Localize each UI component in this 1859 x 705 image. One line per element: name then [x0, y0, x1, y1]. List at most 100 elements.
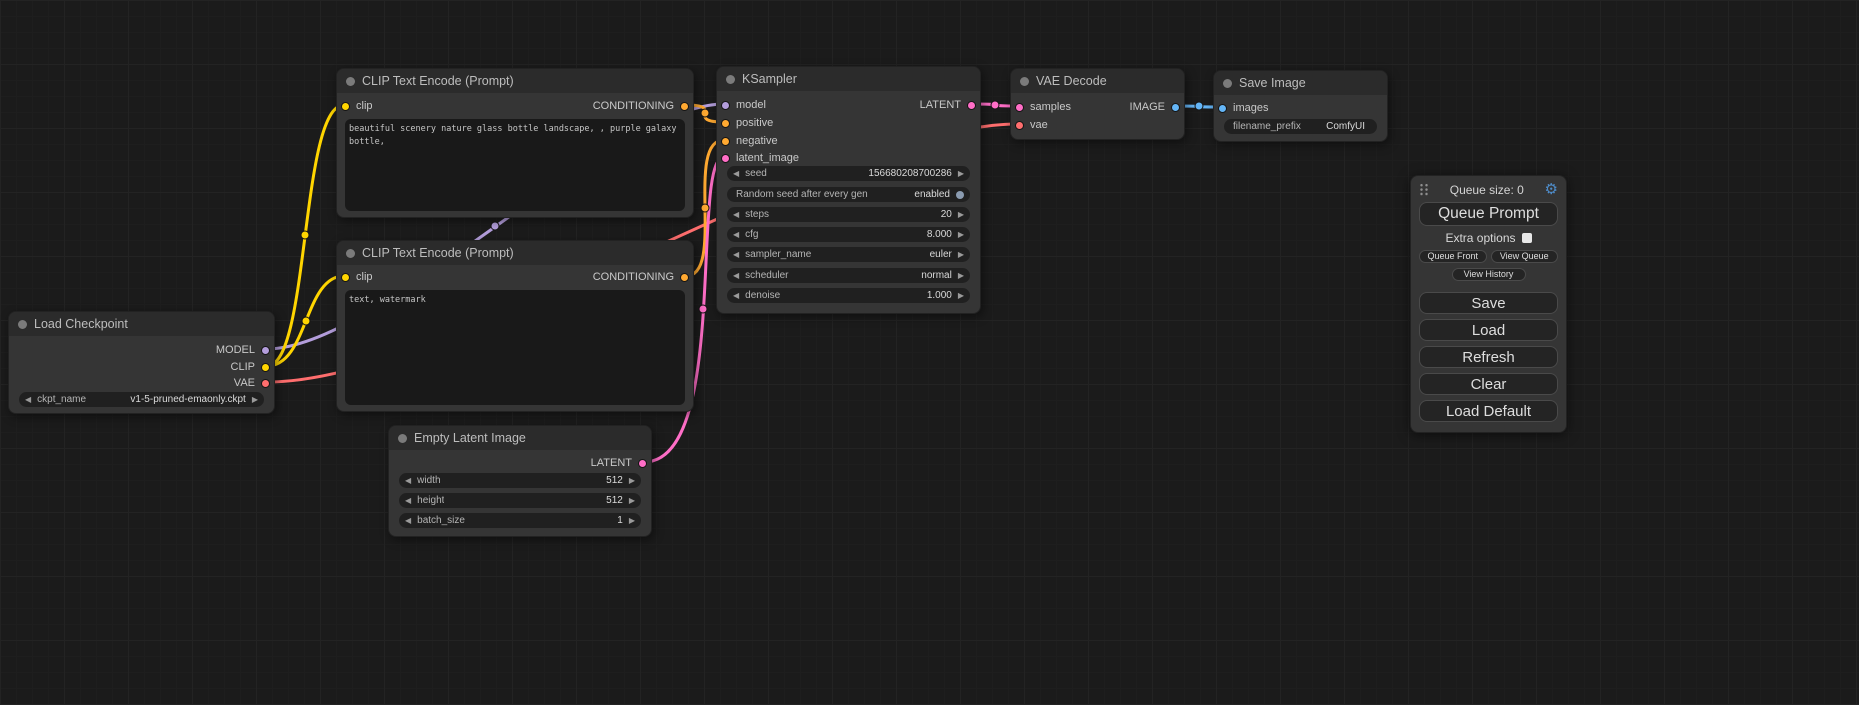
output-dot-model[interactable]	[261, 346, 270, 355]
extra-options-checkbox[interactable]	[1522, 233, 1532, 243]
node-load-checkpoint[interactable]: Load Checkpoint MODEL CLIP VAE ◀ ckpt_na…	[8, 311, 275, 414]
decrement-arrow-icon[interactable]: ◀	[25, 396, 31, 404]
input-dot-positive[interactable]	[721, 119, 730, 128]
collapse-dot[interactable]	[398, 434, 407, 443]
settings-gear-icon[interactable]: ⚙	[1545, 182, 1558, 197]
increment-arrow-icon[interactable]: ▶	[958, 170, 964, 178]
widget-cfg[interactable]: ◀ cfg 8.000 ▶	[727, 227, 970, 242]
output-slot-conditioning[interactable]: CONDITIONING	[593, 270, 689, 284]
input-dot-negative[interactable]	[721, 137, 730, 146]
node-title-bar[interactable]: CLIP Text Encode (Prompt)	[337, 69, 693, 93]
input-dot-images[interactable]	[1218, 104, 1227, 113]
widget-filename-prefix[interactable]: filename_prefix ComfyUI	[1224, 119, 1377, 134]
output-dot-image[interactable]	[1171, 103, 1180, 112]
collapse-dot[interactable]	[346, 77, 355, 86]
decrement-arrow-icon[interactable]: ◀	[733, 272, 739, 280]
input-slot-clip[interactable]: clip	[341, 270, 373, 284]
widget-width[interactable]: ◀ width 512 ▶	[399, 473, 641, 488]
collapse-dot[interactable]	[1223, 79, 1232, 88]
output-slot-model[interactable]: MODEL	[216, 343, 270, 357]
output-slot-image[interactable]: IMAGE	[1130, 100, 1180, 114]
collapse-dot[interactable]	[18, 320, 27, 329]
collapse-dot[interactable]	[346, 249, 355, 258]
increment-arrow-icon[interactable]: ▶	[958, 251, 964, 259]
drag-handle-icon[interactable]	[1419, 183, 1429, 196]
widget-denoise[interactable]: ◀ denoise 1.000 ▶	[727, 288, 970, 303]
node-title-bar[interactable]: Load Checkpoint	[9, 312, 274, 336]
decrement-arrow-icon[interactable]: ◀	[733, 292, 739, 300]
input-dot-clip[interactable]	[341, 102, 350, 111]
increment-arrow-icon[interactable]: ▶	[252, 396, 258, 404]
decrement-arrow-icon[interactable]: ◀	[405, 497, 411, 505]
output-slot-latent[interactable]: LATENT	[591, 456, 647, 470]
node-title-bar[interactable]: KSampler	[717, 67, 980, 91]
node-ksampler[interactable]: KSampler model positive negative latent_…	[716, 66, 981, 314]
decrement-arrow-icon[interactable]: ◀	[733, 251, 739, 259]
decrement-arrow-icon[interactable]: ◀	[405, 517, 411, 525]
node-title-bar[interactable]: VAE Decode	[1011, 69, 1184, 93]
increment-arrow-icon[interactable]: ▶	[958, 272, 964, 280]
widget-seed[interactable]: ◀ seed 156680208700286 ▶	[727, 166, 970, 181]
view-history-button[interactable]: View History	[1452, 268, 1526, 281]
widget-batch-size[interactable]: ◀ batch_size 1 ▶	[399, 513, 641, 528]
view-queue-button[interactable]: View Queue	[1491, 250, 1559, 263]
load-button[interactable]: Load	[1419, 319, 1558, 341]
output-dot-latent[interactable]	[638, 459, 647, 468]
input-slot-samples[interactable]: samples	[1015, 100, 1071, 114]
input-slot-latent-image[interactable]: latent_image	[721, 151, 799, 165]
widget-random-seed-toggle[interactable]: Random seed after every gen enabled	[727, 187, 970, 202]
input-dot-latent-image[interactable]	[721, 154, 730, 163]
widget-steps[interactable]: ◀ steps 20 ▶	[727, 207, 970, 222]
input-slot-clip[interactable]: clip	[341, 99, 373, 113]
node-empty-latent-image[interactable]: Empty Latent Image LATENT ◀ width 512 ▶ …	[388, 425, 652, 537]
node-canvas[interactable]: Load Checkpoint MODEL CLIP VAE ◀ ckpt_na…	[0, 0, 1859, 705]
load-default-button[interactable]: Load Default	[1419, 400, 1558, 422]
output-dot-clip[interactable]	[261, 363, 270, 372]
decrement-arrow-icon[interactable]: ◀	[405, 477, 411, 485]
input-dot-vae[interactable]	[1015, 121, 1024, 130]
prompt-textarea[interactable]: text, watermark	[345, 290, 685, 405]
widget-height[interactable]: ◀ height 512 ▶	[399, 493, 641, 508]
increment-arrow-icon[interactable]: ▶	[629, 477, 635, 485]
output-slot-conditioning[interactable]: CONDITIONING	[593, 99, 689, 113]
refresh-button[interactable]: Refresh	[1419, 346, 1558, 368]
node-clip-text-encode-positive[interactable]: CLIP Text Encode (Prompt) clip CONDITION…	[336, 68, 694, 218]
widget-sampler-name[interactable]: ◀ sampler_name euler ▶	[727, 247, 970, 262]
node-save-image[interactable]: Save Image images filename_prefix ComfyU…	[1213, 70, 1388, 142]
widget-scheduler[interactable]: ◀ scheduler normal ▶	[727, 268, 970, 283]
increment-arrow-icon[interactable]: ▶	[958, 292, 964, 300]
node-title-bar[interactable]: CLIP Text Encode (Prompt)	[337, 241, 693, 265]
node-title-bar[interactable]: Save Image	[1214, 71, 1387, 95]
output-dot-vae[interactable]	[261, 379, 270, 388]
widget-ckpt-name[interactable]: ◀ ckpt_name v1-5-pruned-emaonly.ckpt ▶	[19, 392, 264, 407]
input-slot-images[interactable]: images	[1218, 101, 1268, 115]
increment-arrow-icon[interactable]: ▶	[958, 231, 964, 239]
output-dot-conditioning[interactable]	[680, 102, 689, 111]
node-vae-decode[interactable]: VAE Decode samples vae IMAGE	[1010, 68, 1185, 140]
queue-front-button[interactable]: Queue Front	[1419, 250, 1487, 263]
decrement-arrow-icon[interactable]: ◀	[733, 231, 739, 239]
decrement-arrow-icon[interactable]: ◀	[733, 170, 739, 178]
output-slot-vae[interactable]: VAE	[234, 376, 270, 390]
node-clip-text-encode-negative[interactable]: CLIP Text Encode (Prompt) clip CONDITION…	[336, 240, 694, 412]
input-slot-negative[interactable]: negative	[721, 134, 778, 148]
input-dot-clip[interactable]	[341, 273, 350, 282]
increment-arrow-icon[interactable]: ▶	[629, 517, 635, 525]
output-dot-latent[interactable]	[967, 101, 976, 110]
node-title-bar[interactable]: Empty Latent Image	[389, 426, 651, 450]
input-slot-positive[interactable]: positive	[721, 116, 773, 130]
increment-arrow-icon[interactable]: ▶	[629, 497, 635, 505]
input-slot-model[interactable]: model	[721, 98, 766, 112]
collapse-dot[interactable]	[726, 75, 735, 84]
input-slot-vae[interactable]: vae	[1015, 118, 1048, 132]
collapse-dot[interactable]	[1020, 77, 1029, 86]
decrement-arrow-icon[interactable]: ◀	[733, 211, 739, 219]
input-dot-samples[interactable]	[1015, 103, 1024, 112]
increment-arrow-icon[interactable]: ▶	[958, 211, 964, 219]
clear-button[interactable]: Clear	[1419, 373, 1558, 395]
prompt-textarea[interactable]: beautiful scenery nature glass bottle la…	[345, 119, 685, 211]
output-dot-conditioning[interactable]	[680, 273, 689, 282]
queue-prompt-button[interactable]: Queue Prompt	[1419, 202, 1558, 226]
output-slot-clip[interactable]: CLIP	[231, 360, 270, 374]
save-button[interactable]: Save	[1419, 292, 1558, 314]
